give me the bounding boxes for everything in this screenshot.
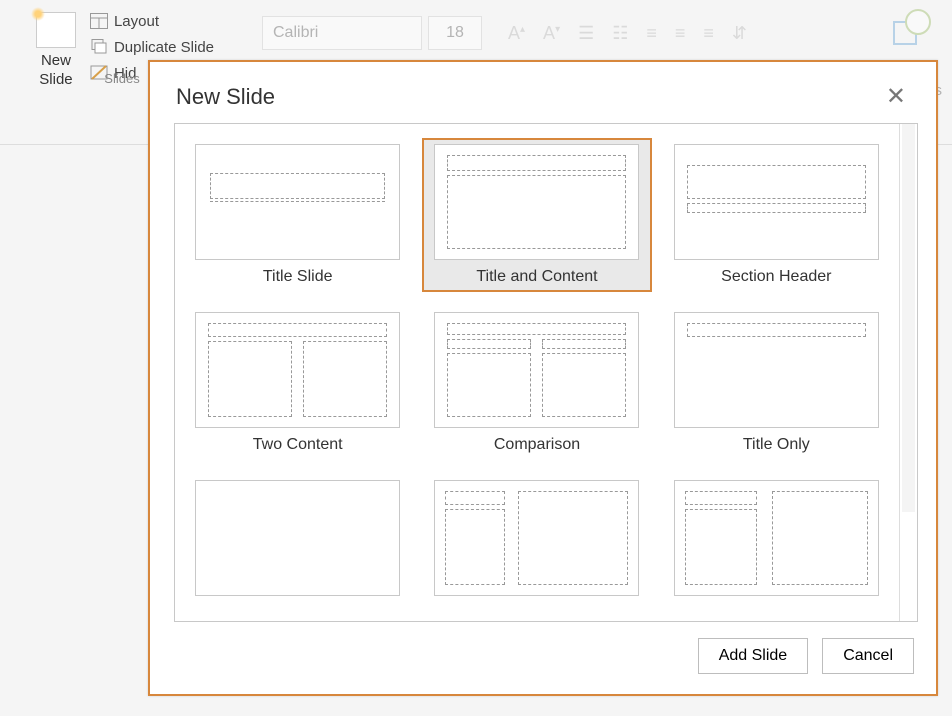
layout-thumb xyxy=(434,144,639,260)
layout-label: Two Content xyxy=(253,436,343,454)
layout-content-caption[interactable] xyxy=(424,476,649,608)
layout-grid: Title Slide Title and Content xyxy=(185,140,889,608)
layout-thumb xyxy=(674,144,879,260)
dialog-footer: Add Slide Cancel xyxy=(150,622,936,694)
layout-section-header[interactable]: Section Header xyxy=(664,140,889,290)
layout-thumb xyxy=(674,312,879,428)
layout-title-only[interactable]: Title Only xyxy=(664,308,889,458)
layout-label: Section Header xyxy=(721,268,831,286)
add-slide-button[interactable]: Add Slide xyxy=(698,638,809,674)
layout-thumb xyxy=(195,480,400,596)
scrollbar-thumb[interactable] xyxy=(902,124,915,512)
modal-scrim: New Slide ✕ Title Slide xyxy=(0,0,952,716)
layout-two-content[interactable]: Two Content xyxy=(185,308,410,458)
layout-label: Title and Content xyxy=(476,268,597,286)
layouts-scroll[interactable]: Title Slide Title and Content xyxy=(175,124,899,621)
dialog-title: New Slide xyxy=(176,84,275,110)
layout-comparison[interactable]: Comparison xyxy=(424,308,649,458)
layout-label: Title Only xyxy=(743,436,810,454)
close-icon[interactable]: ✕ xyxy=(882,82,910,111)
cancel-button[interactable]: Cancel xyxy=(822,638,914,674)
layout-thumb xyxy=(674,480,879,596)
layout-picture-caption[interactable] xyxy=(664,476,889,608)
dialog-body: Title Slide Title and Content xyxy=(174,123,918,622)
new-slide-dialog: New Slide ✕ Title Slide xyxy=(148,60,938,696)
layout-title-slide[interactable]: Title Slide xyxy=(185,140,410,290)
layout-label: Title Slide xyxy=(263,268,333,286)
layout-thumb xyxy=(195,312,400,428)
layout-thumb xyxy=(434,312,639,428)
layout-thumb xyxy=(434,480,639,596)
scrollbar[interactable] xyxy=(899,124,917,621)
layout-blank[interactable] xyxy=(185,476,410,608)
layout-title-and-content[interactable]: Title and Content xyxy=(424,140,649,290)
layout-thumb xyxy=(195,144,400,260)
layout-label: Comparison xyxy=(494,436,580,454)
dialog-header: New Slide ✕ xyxy=(150,62,936,123)
